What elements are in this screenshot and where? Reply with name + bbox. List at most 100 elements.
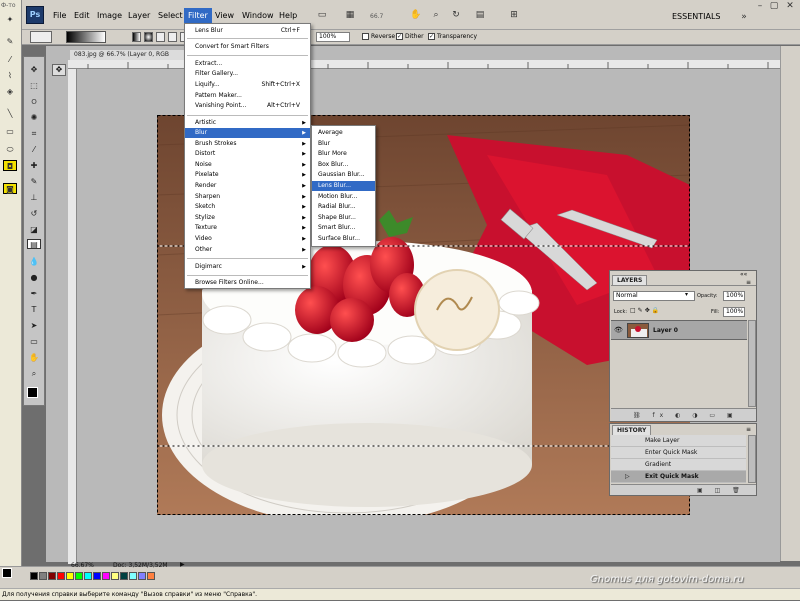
menu-file[interactable]: File	[51, 10, 68, 21]
submenu-item-shape-blur[interactable]: Shape Blur...	[312, 213, 375, 223]
blend-mode-select[interactable]: Normal	[613, 291, 695, 301]
palette-color-swatch[interactable]	[39, 572, 47, 580]
palette-color-swatch[interactable]	[93, 572, 101, 580]
eyedropper-tool-icon[interactable]: ⁄	[27, 145, 41, 155]
layer-row[interactable]: 👁 Layer 0	[611, 320, 747, 340]
quick-selection-tool-icon[interactable]: ✺	[27, 113, 41, 123]
marquee-tool-icon[interactable]: ⬚	[27, 81, 41, 91]
layers-tab[interactable]: LAYERS	[612, 275, 648, 285]
menu-item-artistic[interactable]: Artistic ▶	[185, 118, 310, 128]
layers-footer-buttons[interactable]: ⛓ fx ◐ ◑ ▭ ▣ 🗑	[611, 408, 756, 432]
layer-opacity-field[interactable]: 100%	[723, 291, 745, 301]
zoom-level[interactable]: 66.7	[370, 13, 383, 20]
type-tool-icon[interactable]: T	[27, 305, 41, 315]
linear-gradient-button[interactable]	[132, 32, 141, 42]
foreground-color-swatch[interactable]	[27, 387, 38, 398]
menu-item-sketch[interactable]: Sketch ▶	[185, 202, 310, 212]
rotate-icon[interactable]: ↻	[448, 9, 464, 22]
menu-filter[interactable]: Filter	[184, 8, 212, 23]
menu-item-pattern-maker[interactable]: Pattern Maker...	[185, 91, 310, 101]
layer-fill-field[interactable]: 100%	[723, 307, 745, 317]
status-menu-arrow-icon[interactable]: ▶	[180, 561, 185, 568]
menu-item-sharpen[interactable]: Sharpen ▶	[185, 192, 310, 202]
history-brush-tool-icon[interactable]: ↺	[27, 209, 41, 219]
history-footer-buttons[interactable]: ▣ ◫ 🗑	[611, 484, 756, 495]
menu-window[interactable]: Window	[240, 10, 276, 21]
palette-color-swatch[interactable]	[75, 572, 83, 580]
palette-color-swatch[interactable]	[66, 572, 74, 580]
dither-checkbox[interactable]: ✓	[396, 33, 403, 40]
submenu-item-surface-blur[interactable]: Surface Blur...	[312, 234, 375, 244]
menu-item-browse-online[interactable]: Browse Filters Online...	[185, 278, 310, 288]
menu-item-blur[interactable]: Blur ▶	[185, 128, 310, 138]
menu-item-video[interactable]: Video ▶	[185, 234, 310, 244]
brush-icon[interactable]: ⌇	[3, 70, 17, 81]
tool-preset-picker[interactable]	[30, 31, 52, 43]
menu-item-texture[interactable]: Texture ▶	[185, 223, 310, 233]
arrange-icon[interactable]: ▦	[342, 9, 358, 22]
fill-icon[interactable]: ◈	[3, 86, 17, 97]
maximize-icon[interactable]: ▢	[766, 0, 782, 13]
vertical-scrollbar[interactable]	[780, 46, 800, 561]
brush-tool-icon[interactable]: ✎	[27, 177, 41, 187]
history-item[interactable]: Enter Quick Mask	[611, 447, 746, 459]
zoom-icon[interactable]: ⌕	[428, 9, 444, 22]
palette-color-swatch[interactable]	[48, 572, 56, 580]
palette-color-swatch[interactable]	[102, 572, 110, 580]
clone-stamp-tool-icon[interactable]: ⊥	[27, 193, 41, 203]
menu-view[interactable]: View	[213, 10, 236, 21]
path-selection-tool-icon[interactable]: ➤	[27, 321, 41, 331]
move-tool-preset-icon[interactable]: ✥	[52, 64, 66, 76]
palette-color-swatch[interactable]	[111, 572, 119, 580]
palette-color-swatch[interactable]	[129, 572, 137, 580]
layer-name[interactable]: Layer 0	[653, 327, 678, 334]
history-tab[interactable]: HISTORY	[612, 425, 652, 435]
reverse-checkbox[interactable]	[362, 33, 369, 40]
healing-brush-tool-icon[interactable]: ✚	[27, 161, 41, 171]
menu-item-filter-gallery[interactable]: Filter Gallery...	[185, 69, 310, 79]
history-scrollbar[interactable]	[748, 435, 756, 483]
view-extras-icon[interactable]: ⊞	[506, 9, 522, 22]
menu-help[interactable]: Help	[277, 10, 299, 21]
menu-item-brush-strokes[interactable]: Brush Strokes ▶	[185, 139, 310, 149]
eye-visibility-icon[interactable]: 👁	[614, 326, 623, 334]
transparency-checkbox[interactable]: ✓	[428, 33, 435, 40]
shape-tool-icon[interactable]: ▭	[27, 337, 41, 347]
rectangle-icon[interactable]: ▭	[3, 126, 17, 137]
menu-item-other[interactable]: Other ▶	[185, 245, 310, 255]
status-zoom[interactable]: 66.67%	[71, 562, 94, 569]
menu-edit[interactable]: Edit	[72, 10, 92, 21]
history-item-selected[interactable]: ▷ Exit Quick Mask	[611, 471, 746, 483]
screen-mode-icon[interactable]: ▤	[472, 9, 488, 22]
wand-icon[interactable]: ✦	[3, 14, 17, 25]
submenu-item-lens-blur[interactable]: Lens Blur...	[312, 181, 375, 191]
history-item[interactable]: Make Layer	[611, 435, 746, 447]
palette-color-swatch[interactable]	[120, 572, 128, 580]
menu-item-digimarc[interactable]: Digimarc ▶	[185, 262, 310, 272]
zoom-tool-icon[interactable]: ⌕	[27, 369, 41, 379]
menu-item-noise[interactable]: Noise ▶	[185, 160, 310, 170]
submenu-item-gaussian-blur[interactable]: Gaussian Blur...	[312, 170, 375, 180]
eraser-tool-icon[interactable]: ◪	[27, 225, 41, 235]
gradient-picker[interactable]	[66, 31, 106, 43]
menu-item-convert-smart[interactable]: Convert for Smart Filters	[185, 42, 310, 52]
dodge-tool-icon[interactable]: ●	[27, 273, 41, 283]
menu-item-distort[interactable]: Distort ▶	[185, 149, 310, 159]
menu-item-liquify[interactable]: Liquify... Shift+Ctrl+X	[185, 80, 310, 90]
menu-item-extract[interactable]: Extract...	[185, 59, 310, 69]
pencil-icon[interactable]: ✎	[3, 36, 17, 47]
panel-menu-icon[interactable]: ≡	[746, 426, 751, 433]
ellipse-icon[interactable]: ⬭	[3, 144, 17, 155]
submenu-item-motion-blur[interactable]: Motion Blur...	[312, 192, 375, 202]
palette-color-swatch[interactable]	[57, 572, 65, 580]
close-icon[interactable]: ✕	[782, 0, 798, 13]
workspace-switcher[interactable]: ESSENTIALS	[672, 12, 721, 21]
submenu-item-smart-blur[interactable]: Smart Blur...	[312, 223, 375, 233]
move-tool-icon[interactable]: ✥	[27, 65, 41, 75]
layers-scrollbar[interactable]	[748, 320, 756, 407]
submenu-item-box-blur[interactable]: Box Blur...	[312, 160, 375, 170]
palette-color-swatch[interactable]	[147, 572, 155, 580]
highlight-tool-icon[interactable]: ◙	[3, 183, 17, 194]
angle-gradient-button[interactable]	[156, 32, 165, 42]
menu-select[interactable]: Select	[156, 10, 185, 21]
